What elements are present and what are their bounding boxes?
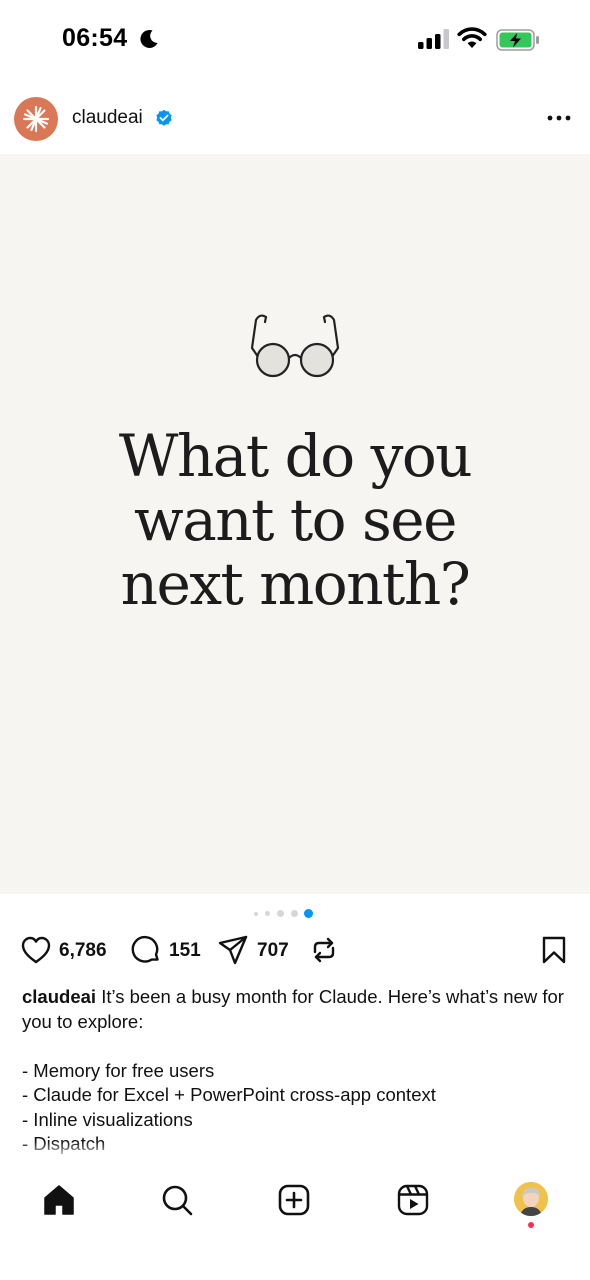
carousel-dot	[265, 911, 270, 916]
carousel-dot	[277, 910, 284, 917]
wifi-icon	[457, 27, 487, 48]
shares-count[interactable]: 707	[257, 940, 289, 962]
share-paper-plane-icon[interactable]	[217, 934, 249, 966]
moon-icon	[140, 29, 158, 48]
status-time: 06:54	[62, 24, 128, 52]
battery-charging-icon	[496, 29, 539, 51]
claude-logo-icon	[22, 105, 50, 133]
post-actions: 6,786 151 707	[0, 928, 590, 974]
carousel-indicator	[0, 908, 590, 920]
profile-photo-icon	[514, 1182, 548, 1216]
post-media[interactable]: What do you want to see next month?	[0, 154, 590, 894]
save-bookmark-icon[interactable]	[538, 934, 570, 966]
signal-icon	[418, 29, 449, 49]
comment-bubble-icon[interactable]	[130, 934, 162, 966]
create-icon[interactable]	[277, 1183, 311, 1217]
repost-icon[interactable]	[308, 934, 340, 966]
like-heart-icon[interactable]	[20, 934, 52, 966]
home-icon[interactable]	[42, 1183, 76, 1217]
verified-badge-icon	[156, 109, 172, 126]
comments-count[interactable]: 151	[169, 940, 201, 962]
search-icon[interactable]	[160, 1183, 194, 1217]
profile-avatar[interactable]	[514, 1182, 548, 1216]
carousel-dot	[291, 910, 298, 917]
caption-text: It’s been a busy month for Claude. Here’…	[22, 986, 564, 1165]
post-headline: What do you want to see next month?	[118, 422, 473, 618]
post-caption[interactable]: claudeai It’s been a busy month for Clau…	[22, 985, 572, 1165]
caption-fade	[22, 1141, 572, 1165]
more-options-icon[interactable]	[546, 114, 572, 122]
reels-icon[interactable]	[396, 1183, 430, 1217]
notification-dot	[528, 1222, 534, 1228]
caption-username[interactable]: claudeai	[22, 986, 96, 1007]
reading-glasses-icon	[250, 314, 340, 378]
bottom-nav	[0, 1165, 590, 1280]
author-username[interactable]: claudeai	[72, 107, 143, 129]
carousel-dot-active	[304, 909, 313, 918]
post-header: claudeai	[0, 82, 590, 154]
status-bar: 06:54	[0, 0, 590, 82]
likes-count[interactable]: 6,786	[59, 940, 107, 962]
author-avatar[interactable]	[14, 97, 58, 141]
carousel-dot	[254, 912, 258, 916]
